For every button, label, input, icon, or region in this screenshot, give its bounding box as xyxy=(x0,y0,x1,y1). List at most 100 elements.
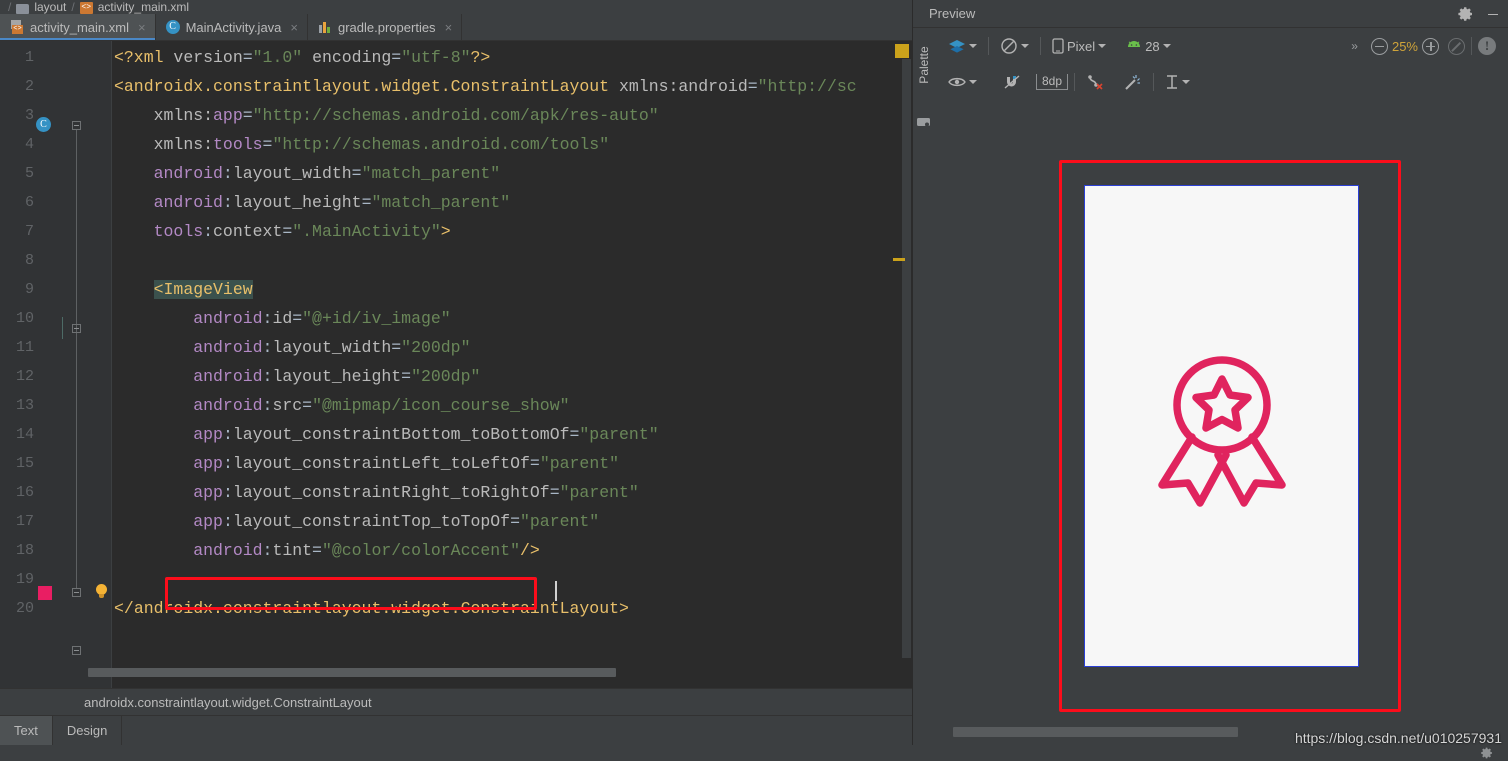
rotate-icon xyxy=(1001,38,1017,54)
palette-rail[interactable]: Palette xyxy=(913,28,935,140)
xml-file-icon: <> xyxy=(79,2,93,14)
fold-guide-line xyxy=(76,129,77,337)
code-line[interactable]: app:layout_constraintBottom_toBottomOf="… xyxy=(114,420,658,449)
minimize-icon[interactable] xyxy=(1486,7,1500,21)
breadcrumb-file[interactable]: activity_main.xml xyxy=(98,0,189,14)
zoom-out-icon[interactable] xyxy=(1370,37,1388,55)
breadcrumb[interactable]: / layout / <> activity_main.xml xyxy=(0,0,912,14)
code-line[interactable]: tools:context=".MainActivity"> xyxy=(114,217,451,246)
zoom-in-icon[interactable] xyxy=(1422,37,1439,55)
align-select[interactable] xyxy=(1160,71,1195,93)
lightbulb-icon[interactable] xyxy=(94,584,109,600)
code-line[interactable]: app:layout_constraintTop_toTopOf="parent… xyxy=(114,507,599,536)
tab-design-label: Design xyxy=(66,723,108,738)
tab-label: MainActivity.java xyxy=(185,19,282,35)
line-number: 3 xyxy=(24,107,34,124)
chevron-down-icon xyxy=(1021,44,1029,48)
zoom-to-fit-icon[interactable] xyxy=(1448,37,1465,55)
tab-mainactivity-java[interactable]: C MainActivity.java × xyxy=(156,14,308,40)
code-line[interactable]: android:id="@+id/iv_image" xyxy=(114,304,450,333)
chevron-down-icon xyxy=(1162,44,1171,48)
autoconnect-toggle[interactable] xyxy=(998,71,1026,93)
tab-activity-main-xml[interactable]: <> activity_main.xml × xyxy=(0,14,156,40)
vertical-scrollbar[interactable] xyxy=(902,59,911,658)
toolbar-overflow-button[interactable]: » xyxy=(1346,36,1363,56)
design-mode-select[interactable] xyxy=(943,36,982,57)
code-line[interactable]: xmlns:app="http://schemas.android.com/ap… xyxy=(114,101,659,130)
code-line[interactable]: android:layout_width="200dp" xyxy=(114,333,470,362)
orientation-select[interactable] xyxy=(995,34,1034,58)
tab-text-mode[interactable]: Text xyxy=(0,716,53,745)
code-line[interactable]: app:layout_constraintLeft_toLeftOf="pare… xyxy=(114,449,619,478)
fold-marker-imageview[interactable] xyxy=(72,324,81,336)
settings-gear-icon[interactable] xyxy=(1480,746,1494,760)
tab-design-mode[interactable]: Design xyxy=(53,716,123,745)
default-margin-button[interactable]: 8dp xyxy=(1036,74,1069,90)
fold-marker-root[interactable] xyxy=(72,121,81,133)
close-icon[interactable]: × xyxy=(290,20,298,35)
text-caret xyxy=(555,581,557,601)
toolbar-separator xyxy=(1040,37,1041,55)
line-number: 9 xyxy=(24,281,34,298)
api-level-select[interactable]: 28 xyxy=(1121,36,1175,57)
gradle-file-icon xyxy=(318,20,332,34)
line-number: 6 xyxy=(24,194,34,211)
chevron-down-icon xyxy=(1182,80,1191,84)
warning-icon[interactable]: ! xyxy=(1478,37,1496,55)
toolbar-separator xyxy=(1471,37,1472,55)
code-line[interactable]: <androidx.constraintlayout.widget.Constr… xyxy=(114,72,857,101)
phone-icon xyxy=(1052,38,1064,54)
line-number: 20 xyxy=(15,600,34,617)
code-line[interactable]: android:layout_height="200dp" xyxy=(114,362,480,391)
editor-horizontal-scrollbar[interactable] xyxy=(88,668,616,677)
tab-gradle-properties[interactable]: gradle.properties × xyxy=(308,14,463,40)
class-marker-icon[interactable]: C xyxy=(36,117,51,132)
line-number: 4 xyxy=(24,136,34,153)
code-line[interactable]: <ImageView xyxy=(114,275,253,304)
code-line[interactable]: <?xml version="1.0" encoding="utf-8"?> xyxy=(114,43,490,72)
preview-render-surface[interactable] xyxy=(935,106,1508,719)
code-editor[interactable]: 1 2 3 4 5 6 7 8 9 10 11 12 13 14 15 16 17 18 19 20 C <?xml … xyxy=(0,41,912,688)
warning-marker-icon[interactable] xyxy=(895,44,909,58)
line-number: 16 xyxy=(15,484,34,501)
line-number: 19 xyxy=(15,571,34,588)
preview-horizontal-scrollbar[interactable] xyxy=(953,727,1238,737)
chevron-down-icon xyxy=(969,80,977,84)
infer-constraints-button[interactable] xyxy=(1119,70,1147,94)
device-label: Pixel xyxy=(1067,38,1096,54)
editor-marker-bar[interactable] xyxy=(888,41,912,688)
line-number: 7 xyxy=(24,223,34,240)
clear-constraints-button[interactable] xyxy=(1081,70,1109,94)
java-class-icon: C xyxy=(165,20,180,34)
fold-marker-imageview-end[interactable] xyxy=(72,585,81,597)
editor-tab-bar: <> activity_main.xml × C MainActivity.ja… xyxy=(0,14,912,41)
code-line[interactable]: app:layout_constraintRight_toRightOf="pa… xyxy=(114,478,639,507)
warning-tick-marker[interactable] xyxy=(893,258,905,261)
fold-marker-root-end[interactable] xyxy=(72,643,81,655)
code-line[interactable]: xmlns:tools="http://schemas.android.com/… xyxy=(114,130,610,159)
view-options-select[interactable] xyxy=(943,73,982,91)
line-number: 2 xyxy=(24,78,34,95)
code-line[interactable]: android:layout_height="match_parent" xyxy=(114,188,510,217)
close-icon[interactable]: × xyxy=(138,20,146,35)
align-vertical-icon xyxy=(1167,75,1178,89)
line-number: 11 xyxy=(15,339,34,356)
code-line[interactable]: </androidx.constraintlayout.widget.Const… xyxy=(114,594,629,623)
device-screen[interactable] xyxy=(1084,185,1359,667)
toolbar-separator xyxy=(988,37,989,55)
code-line[interactable]: android:src="@mipmap/icon_course_show" xyxy=(114,391,569,420)
tab-label: activity_main.xml xyxy=(30,19,129,35)
magic-wand-icon xyxy=(1125,75,1141,90)
android-icon xyxy=(1128,40,1141,47)
breadcrumb-folder[interactable]: layout xyxy=(34,0,66,14)
code-line[interactable]: android:layout_width="match_parent" xyxy=(114,159,501,188)
gear-icon[interactable] xyxy=(1458,6,1474,22)
line-number: 14 xyxy=(15,426,34,443)
code-text-area[interactable]: <?xml version="1.0" encoding="utf-8"?> <a… xyxy=(112,41,888,688)
color-swatch-icon[interactable] xyxy=(38,586,52,600)
folder-icon xyxy=(16,4,30,14)
device-select[interactable]: Pixel xyxy=(1047,35,1111,57)
preview-panel: Preview Palette Pixel 28 » 25% ! 8dp xyxy=(912,0,1508,745)
close-icon[interactable]: × xyxy=(445,20,453,35)
code-line[interactable]: android:tint="@color/colorAccent"/> xyxy=(114,536,540,565)
